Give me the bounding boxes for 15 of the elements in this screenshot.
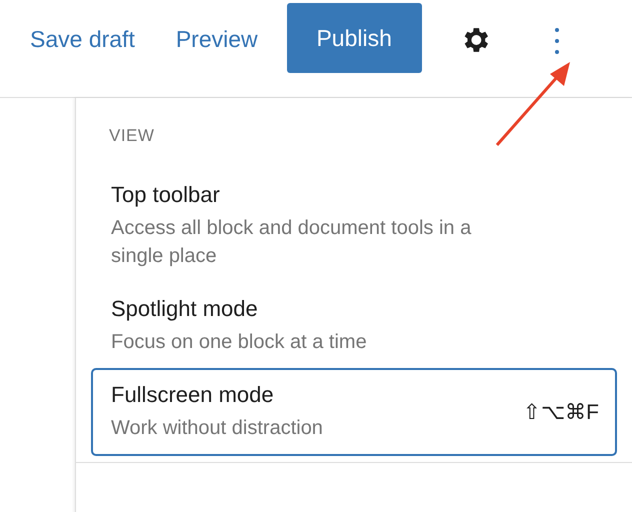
menu-item-title: Fullscreen mode: [111, 382, 275, 408]
menu-item-description: Access all block and document tools in a single place: [111, 216, 472, 269]
keyboard-shortcut: ⇧⌥⌘F: [523, 400, 599, 424]
more-options-icon[interactable]: [554, 27, 560, 55]
menu-item-description: Work without distraction: [111, 416, 323, 441]
menu-item[interactable]: Fullscreen mode Work without distraction ⇧⌥⌘F: [91, 368, 617, 456]
menu-item-title: Top toolbar: [111, 182, 221, 208]
menu-item[interactable]: Spotlight mode Focus on one block at a time: [91, 282, 617, 370]
publish-button[interactable]: Publish: [286, 3, 422, 73]
header-link[interactable]: Preview: [176, 26, 258, 53]
header-link[interactable]: Save draft: [30, 26, 135, 53]
menu-item-description: Focus on one block at a time: [111, 330, 367, 355]
menu-item-title: Spotlight mode: [111, 296, 259, 322]
menu-item[interactable]: Top toolbar Access all block and document tools in a single place: [91, 168, 617, 284]
section-heading: VIEW: [109, 126, 156, 146]
